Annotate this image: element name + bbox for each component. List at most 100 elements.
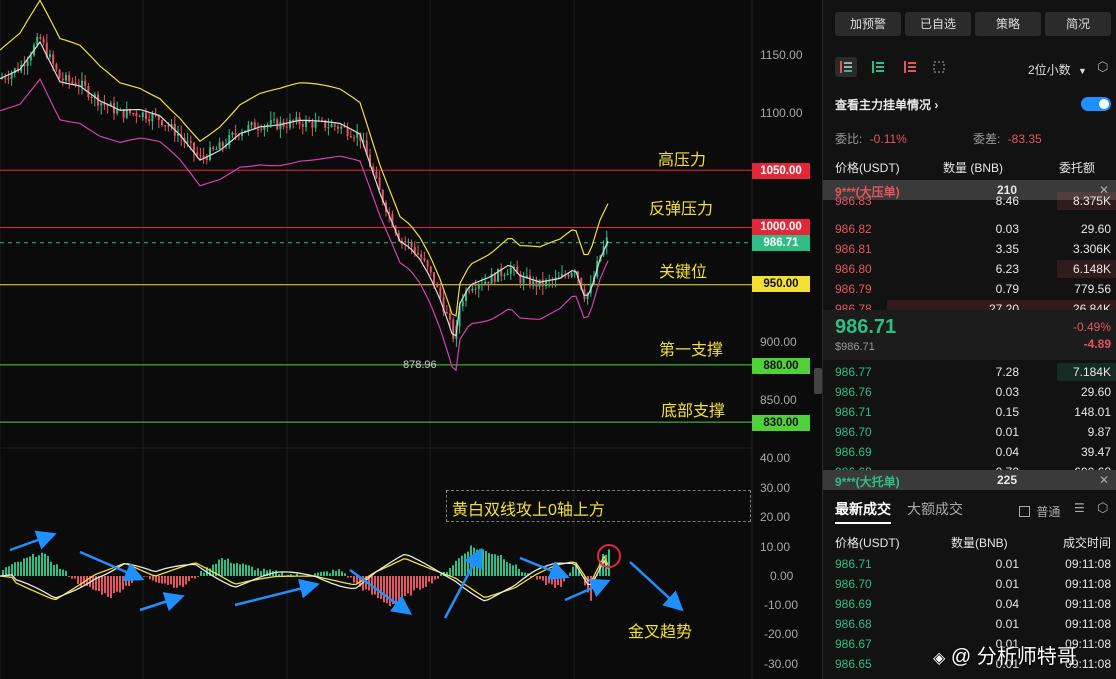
big-bid-row[interactable]: 9***(大托单) 225 ✕	[823, 470, 1116, 490]
bid-row[interactable]: 986.69 0.04 39.47	[823, 442, 1116, 462]
macd-bar	[461, 555, 463, 576]
candle-body	[327, 127, 330, 129]
macd-bar	[557, 576, 559, 586]
macd-bar	[329, 573, 331, 576]
settings-hex-icon[interactable]: ⬡	[1097, 500, 1108, 516]
macd-bar	[260, 571, 262, 576]
book-header-qty[interactable]: 数量 (BNB)	[943, 159, 1003, 176]
middle-band-line	[0, 40, 609, 337]
macd-bar	[428, 576, 430, 582]
ask-row[interactable]: 986.81 3.35 3.306K	[823, 239, 1116, 259]
popout-icon[interactable]	[929, 57, 951, 77]
candle-body	[100, 102, 103, 106]
ask-row[interactable]: 986.82 0.03 29.60	[823, 219, 1116, 239]
trade-time: 09:11:08	[1065, 557, 1111, 571]
macd-bar	[236, 563, 238, 576]
candle-body	[55, 63, 58, 70]
macd-bar	[176, 576, 178, 588]
qty-cell: 0.04	[995, 445, 1019, 459]
at-sign: @	[950, 646, 972, 668]
macd-bar	[254, 570, 256, 576]
macd-bar	[191, 576, 193, 579]
macd-bar	[401, 576, 403, 597]
big-bid-qty: 225	[997, 473, 1018, 487]
macd-note-text: 黄白双线攻上0轴上方	[452, 502, 605, 519]
price-cell: 986.69	[835, 445, 872, 459]
macd-bar	[227, 558, 229, 576]
book-both-view-icon[interactable]	[835, 57, 857, 77]
candle-body	[231, 132, 234, 135]
kline-chart[interactable]: 1150.00 1100.00 900.00 850.00 40.00 30.0…	[0, 0, 822, 679]
main-orders-toggle[interactable]	[1081, 97, 1111, 111]
ask-row[interactable]: 986.80 6.23 6.148K	[823, 259, 1116, 279]
macd-bar	[53, 564, 55, 576]
bid-row[interactable]: 986.76 0.03 29.60	[823, 382, 1116, 402]
y-axis-label: -20.00	[764, 627, 799, 641]
macd-bar	[569, 572, 571, 576]
candle-body	[378, 177, 381, 190]
golden-cross-label: 金叉趋势	[628, 624, 693, 641]
macd-bar	[419, 576, 421, 590]
trade-qty: 0.01	[995, 617, 1019, 631]
macd-bar	[383, 576, 385, 603]
price-cell: 986.82	[835, 222, 872, 236]
candle-body	[7, 78, 10, 80]
book-header-total[interactable]: 委托额	[1059, 159, 1095, 176]
candle-body	[68, 75, 71, 82]
candle-body	[484, 281, 487, 285]
macd-bar	[233, 563, 235, 576]
bid-row[interactable]: 986.77 7.28 7.184K	[823, 362, 1116, 382]
candle-body	[410, 241, 413, 247]
qty-cell: 0.79	[995, 282, 1019, 296]
bid-row[interactable]: 986.70 0.01 9.87	[823, 422, 1116, 442]
commission-diff-label: 委差:	[973, 132, 1001, 146]
order-book-header: 价格(USDT) 数量 (BNB) 委托额	[823, 156, 1116, 176]
y-axis-label: 1100.00	[760, 106, 803, 120]
candle-body	[452, 319, 455, 339]
macd-bar	[518, 568, 520, 576]
macd-bar	[509, 563, 511, 576]
candle-body	[260, 129, 263, 131]
trend-arrow	[519, 556, 570, 580]
candle-body	[4, 77, 7, 79]
settings-hex-icon[interactable]: ⬡	[1097, 59, 1108, 75]
y-axis-label: -30.00	[764, 657, 799, 671]
candle-body	[202, 155, 205, 158]
filter-list-icon[interactable]: ☰	[1074, 501, 1085, 515]
qty-cell: 8.46	[995, 194, 1019, 208]
ask-row[interactable]: 986.79 0.79 779.56	[823, 279, 1116, 299]
strategy-button[interactable]: 策略	[975, 12, 1041, 36]
macd-bar	[203, 572, 205, 576]
book-asks-view-icon[interactable]	[899, 57, 921, 77]
ask-row[interactable]: 986.83 8.46 8.375K	[823, 191, 1116, 211]
macd-bar	[230, 562, 232, 576]
tab-large-trades[interactable]: 大额成交	[907, 499, 963, 519]
normal-filter-checkbox[interactable]: 普通	[1019, 503, 1060, 520]
macd-bar	[350, 576, 352, 578]
trade-header-qty[interactable]: 数量(BNB)	[951, 534, 1008, 551]
trade-price: 986.71	[835, 557, 872, 571]
tab-latest-trades[interactable]: 最新成交	[835, 499, 891, 519]
candle-body	[509, 267, 512, 274]
add-alert-button[interactable]: 加预警	[835, 12, 901, 36]
candle-body	[116, 109, 119, 114]
book-bids-view-icon[interactable]	[867, 57, 889, 77]
favorited-button[interactable]: 已自选	[905, 12, 971, 36]
price-cell: 986.70	[835, 425, 872, 439]
macd-bar	[239, 564, 241, 576]
macd-bar	[242, 563, 244, 576]
macd-bar	[455, 560, 457, 576]
total-cell: 29.60	[1080, 385, 1111, 399]
view-main-orders-link[interactable]: 查看主力挂单情况 ›	[835, 96, 938, 113]
chart-collapse-handle[interactable]	[814, 368, 822, 394]
trend-arrow	[234, 578, 320, 607]
candle-body	[487, 281, 490, 284]
candle-body	[468, 290, 471, 292]
macd-bar	[404, 576, 406, 597]
trade-header-time: 成交时间	[1063, 536, 1112, 550]
overview-button[interactable]: 简况	[1045, 12, 1111, 36]
macd-bar	[413, 576, 415, 591]
close-icon[interactable]: ✕	[1099, 473, 1109, 487]
bid-row[interactable]: 986.71 0.15 148.01	[823, 402, 1116, 422]
decimal-select[interactable]: 2位小数 ▼	[1028, 61, 1087, 78]
